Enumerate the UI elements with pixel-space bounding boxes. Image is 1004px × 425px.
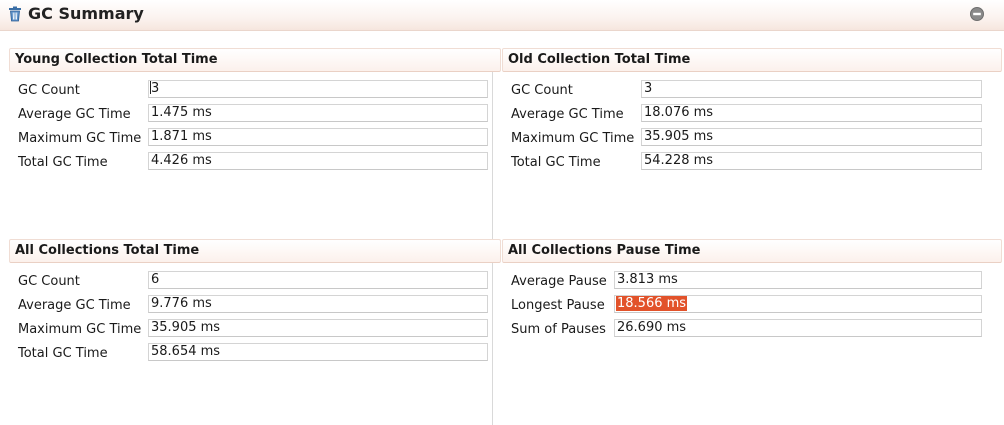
row-label: GC Count [511,83,573,98]
sum-of-pauses-field[interactable]: 26.690 ms [614,319,982,337]
average-gc-time-row: Average GC Time 1.475 ms [9,104,489,124]
gc-count-row: GC Count 6 [9,271,489,291]
panel-title: All Collections Total Time [15,243,200,258]
row-label: GC Count [18,83,80,98]
row-label: Maximum GC Time [18,322,142,337]
gc-count-field[interactable]: 6 [148,271,488,289]
average-gc-time-field[interactable]: 1.475 ms [148,104,488,122]
gc-count-field[interactable]: 3 [641,80,982,98]
row-label: Maximum GC Time [511,131,635,146]
row-label: Total GC Time [18,155,108,170]
row-label: Average GC Time [511,107,624,122]
row-label: Average GC Time [18,107,131,122]
field-value-highlighted: 18.566 ms [616,296,688,311]
field-value: 1.475 ms [151,105,212,120]
field-value: 3.813 ms [617,272,678,287]
field-value: 35.905 ms [644,129,714,144]
total-gc-time-row: Total GC Time 58.654 ms [9,343,489,363]
page-title: GC Summary [28,4,144,23]
field-value: 6 [151,272,160,287]
field-value: 35.905 ms [151,320,221,335]
row-label: Sum of Pauses [511,322,606,337]
field-value: 18.076 ms [644,105,714,120]
average-gc-time-row: Average GC Time 9.776 ms [9,295,489,315]
maximum-gc-time-field[interactable]: 35.905 ms [641,128,982,146]
longest-pause-row: Longest Pause 18.566 ms [502,295,982,315]
average-gc-time-row: Average GC Time 18.076 ms [502,104,982,124]
field-value: 1.871 ms [151,129,212,144]
row-label: Average Pause [511,274,607,289]
maximum-gc-time-field[interactable]: 35.905 ms [148,319,488,337]
row-label: GC Count [18,274,80,289]
average-pause-row: Average Pause 3.813 ms [502,271,982,291]
average-pause-field[interactable]: 3.813 ms [614,271,982,289]
field-value: 9.776 ms [151,296,212,311]
trash-icon [9,6,21,22]
total-gc-time-field[interactable]: 4.426 ms [148,152,488,170]
gc-count-row: GC Count 3 [9,80,489,100]
row-label: Longest Pause [511,298,605,313]
field-value: 3 [644,81,653,96]
total-gc-time-field[interactable]: 54.228 ms [641,152,982,170]
field-value: 4.426 ms [151,153,212,168]
gc-count-field[interactable]: 3 [148,80,488,98]
row-label: Average GC Time [18,298,131,313]
field-value: 58.654 ms [151,344,221,359]
average-gc-time-field[interactable]: 9.776 ms [148,295,488,313]
sum-of-pauses-row: Sum of Pauses 26.690 ms [502,319,982,339]
maximum-gc-time-field[interactable]: 1.871 ms [148,128,488,146]
maximum-gc-time-row: Maximum GC Time 35.905 ms [9,319,489,339]
panel-header: All Collections Total Time [9,239,501,263]
average-gc-time-field[interactable]: 18.076 ms [641,104,982,122]
gc-count-row: GC Count 3 [502,80,982,100]
panel-header: Old Collection Total Time [502,48,1002,72]
total-gc-time-field[interactable]: 58.654 ms [148,343,488,361]
panel-header: Young Collection Total Time [9,48,501,72]
total-gc-time-row: Total GC Time 4.426 ms [9,152,489,172]
panel-title: Old Collection Total Time [508,52,691,67]
maximum-gc-time-row: Maximum GC Time 1.871 ms [9,128,489,148]
row-label: Total GC Time [511,155,601,170]
field-value: 54.228 ms [644,153,714,168]
row-label: Maximum GC Time [18,131,142,146]
row-label: Total GC Time [18,346,108,361]
field-value: 26.690 ms [617,320,687,335]
maximum-gc-time-row: Maximum GC Time 35.905 ms [502,128,982,148]
panel-header: All Collections Pause Time [502,239,1002,263]
total-gc-time-row: Total GC Time 54.228 ms [502,152,982,172]
collapse-icon[interactable] [969,6,985,22]
longest-pause-field[interactable]: 18.566 ms [614,295,982,313]
panel-title: All Collections Pause Time [508,243,701,258]
gc-summary-titlebar: GC Summary [0,0,1004,31]
panel-title: Young Collection Total Time [15,52,218,67]
field-value: 3 [151,81,160,96]
